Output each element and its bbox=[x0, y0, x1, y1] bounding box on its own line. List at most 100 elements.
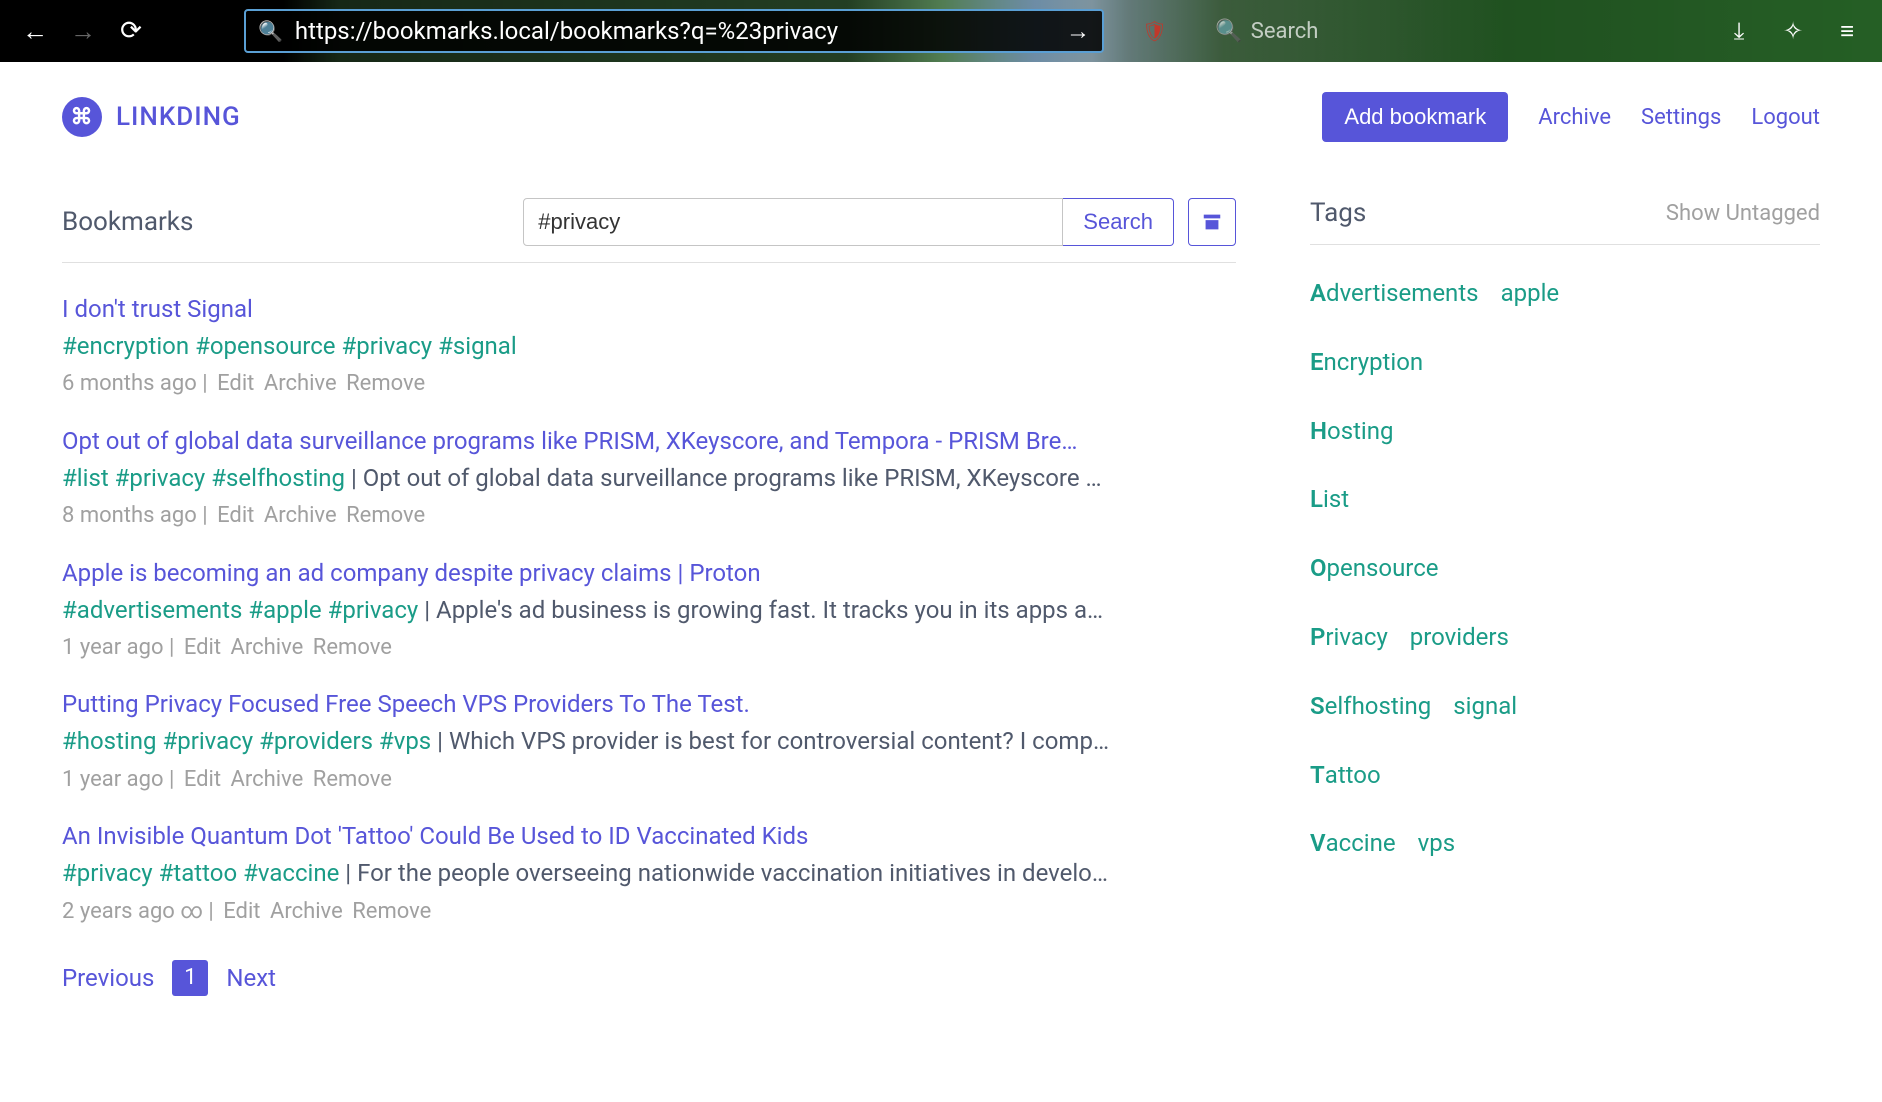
app-header: ⌘ LINKDING Add bookmark Archive Settings… bbox=[62, 92, 1820, 142]
bookmark-item: I don't trust Signal #encryption #opensou… bbox=[62, 291, 1236, 403]
tag-cloud-item[interactable]: Vaccine bbox=[1310, 823, 1396, 864]
bookmark-list: I don't trust Signal #encryption #opensou… bbox=[62, 291, 1236, 930]
tag-cloud-item[interactable]: Privacy bbox=[1310, 617, 1388, 658]
bookmark-edit-action[interactable]: Edit bbox=[223, 899, 260, 924]
bookmark-date: 8 months ago bbox=[62, 503, 197, 528]
bookmarks-section-header: Bookmarks Search bbox=[62, 198, 1236, 263]
bookmark-description: Which VPS provider is best for controver… bbox=[449, 727, 1109, 755]
bookmark-remove-action[interactable]: Remove bbox=[313, 635, 392, 660]
bookmark-tags-line: #list #privacy #selfhosting | Opt out of… bbox=[62, 459, 1236, 497]
bookmark-tag[interactable]: #providers bbox=[259, 727, 373, 755]
ublock-icon[interactable]: 🛡 bbox=[1142, 19, 1167, 43]
bookmark-meta: 8 months ago | Edit Archive Remove bbox=[62, 497, 1236, 534]
bookmark-description: For the people overseeing nationwide vac… bbox=[357, 859, 1108, 887]
logo[interactable]: ⌘ LINKDING bbox=[62, 97, 241, 137]
bookmark-remove-action[interactable]: Remove bbox=[346, 371, 425, 396]
tag-cloud-item[interactable]: Selfhosting bbox=[1310, 686, 1431, 727]
add-bookmark-button[interactable]: Add bookmark bbox=[1322, 92, 1508, 142]
go-arrow-icon[interactable]: → bbox=[1066, 17, 1090, 46]
bookmark-remove-action[interactable]: Remove bbox=[352, 899, 431, 924]
logo-icon: ⌘ bbox=[62, 97, 102, 137]
archive-icon bbox=[1201, 211, 1223, 233]
nav-settings[interactable]: Settings bbox=[1641, 105, 1721, 130]
bookmark-title[interactable]: Opt out of global data surveillance prog… bbox=[62, 423, 1236, 459]
tag-cloud-item[interactable]: Encryption bbox=[1310, 342, 1423, 383]
browser-search[interactable]: 🔍 Search bbox=[1215, 19, 1318, 44]
bookmark-remove-action[interactable]: Remove bbox=[346, 503, 425, 528]
bookmark-archive-action[interactable]: Archive bbox=[264, 371, 337, 396]
tag-cloud-item[interactable]: vps bbox=[1418, 823, 1456, 864]
tags-section-header: Tags Show Untagged bbox=[1310, 198, 1820, 245]
url-bar[interactable]: 🔍 https://bookmarks.local/bookmarks?q=%2… bbox=[244, 9, 1104, 53]
bookmark-tags-line: #hosting #privacy #providers #vps | Whic… bbox=[62, 722, 1236, 760]
tag-cloud-item[interactable]: List bbox=[1310, 479, 1349, 520]
search-button[interactable]: Search bbox=[1063, 198, 1174, 246]
bookmark-tag[interactable]: #privacy bbox=[328, 596, 419, 624]
downloads-icon[interactable]: ⤓ bbox=[1724, 17, 1754, 46]
bookmarks-title: Bookmarks bbox=[62, 207, 193, 237]
tag-cloud-item[interactable]: apple bbox=[1501, 273, 1560, 314]
forward-button[interactable]: → bbox=[68, 16, 98, 47]
reload-button[interactable]: ⟳ bbox=[116, 16, 146, 46]
browser-toolbar: ← → ⟳ 🔍 https://bookmarks.local/bookmark… bbox=[0, 0, 1882, 62]
bookmark-edit-action[interactable]: Edit bbox=[184, 767, 221, 792]
bookmarks-search-input[interactable] bbox=[523, 198, 1063, 246]
bookmark-tag[interactable]: #privacy bbox=[62, 859, 153, 887]
bookmark-title[interactable]: I don't trust Signal bbox=[62, 291, 1236, 327]
bookmark-archive-action[interactable]: Archive bbox=[270, 899, 343, 924]
url-text: https://bookmarks.local/bookmarks?q=%23p… bbox=[295, 17, 1054, 45]
bookmark-title[interactable]: An Invisible Quantum Dot 'Tattoo' Could … bbox=[62, 818, 1236, 854]
bookmark-edit-action[interactable]: Edit bbox=[217, 503, 254, 528]
tag-cloud-item[interactable]: Advertisements bbox=[1310, 273, 1479, 314]
menu-icon[interactable]: ≡ bbox=[1832, 17, 1862, 46]
bookmark-description: Apple's ad business is growing fast. It … bbox=[436, 596, 1103, 624]
archive-toggle-button[interactable] bbox=[1188, 198, 1236, 246]
bookmark-item: An Invisible Quantum Dot 'Tattoo' Could … bbox=[62, 818, 1236, 930]
tag-cloud-item[interactable]: Tattoo bbox=[1310, 755, 1381, 796]
bookmark-title[interactable]: Putting Privacy Focused Free Speech VPS … bbox=[62, 686, 1236, 722]
bookmark-archive-action[interactable]: Archive bbox=[231, 767, 304, 792]
bookmark-date: 1 year ago bbox=[62, 635, 164, 660]
nav-archive[interactable]: Archive bbox=[1538, 105, 1611, 130]
bookmark-tag[interactable]: #privacy bbox=[162, 727, 253, 755]
bookmark-date: 6 months ago bbox=[62, 371, 197, 396]
bookmark-tag[interactable]: #list bbox=[62, 464, 109, 492]
tag-cloud: Advertisements apple Encryption Hosting List… bbox=[1310, 273, 1820, 864]
extensions-icon[interactable]: ✧ bbox=[1778, 17, 1808, 46]
search-icon: 🔍 bbox=[1215, 19, 1242, 44]
search-icon: 🔍 bbox=[258, 19, 283, 43]
bookmark-tag[interactable]: #privacy bbox=[341, 332, 432, 360]
bookmark-tag[interactable]: #apple bbox=[248, 596, 321, 624]
bookmark-tag[interactable]: #opensource bbox=[195, 332, 335, 360]
bookmark-tags-line: #advertisements #apple #privacy | Apple'… bbox=[62, 591, 1236, 629]
bookmark-item: Putting Privacy Focused Free Speech VPS … bbox=[62, 686, 1236, 798]
back-button[interactable]: ← bbox=[20, 16, 50, 47]
bookmark-tag[interactable]: #vaccine bbox=[243, 859, 339, 887]
pagination-previous[interactable]: Previous bbox=[62, 964, 154, 992]
bookmark-tag[interactable]: #tattoo bbox=[159, 859, 238, 887]
bookmark-tag[interactable]: #privacy bbox=[115, 464, 206, 492]
bookmark-tag[interactable]: #hosting bbox=[62, 727, 157, 755]
bookmark-archive-action[interactable]: Archive bbox=[264, 503, 337, 528]
bookmark-item: Apple is becoming an ad company despite … bbox=[62, 555, 1236, 667]
pagination-current[interactable]: 1 bbox=[172, 960, 208, 996]
tag-cloud-item[interactable]: Opensource bbox=[1310, 548, 1439, 589]
bookmark-edit-action[interactable]: Edit bbox=[217, 371, 254, 396]
show-untagged-link[interactable]: Show Untagged bbox=[1666, 201, 1820, 226]
tag-cloud-item[interactable]: Hosting bbox=[1310, 411, 1394, 452]
bookmark-archive-action[interactable]: Archive bbox=[231, 635, 304, 660]
bookmark-tag[interactable]: #selfhosting bbox=[211, 464, 345, 492]
bookmark-tag[interactable]: #signal bbox=[438, 332, 517, 360]
bookmark-edit-action[interactable]: Edit bbox=[184, 635, 221, 660]
tag-cloud-item[interactable]: providers bbox=[1410, 617, 1509, 658]
bookmark-remove-action[interactable]: Remove bbox=[313, 767, 392, 792]
tag-cloud-item[interactable]: signal bbox=[1453, 686, 1517, 727]
bookmark-tag[interactable]: #encryption bbox=[62, 332, 189, 360]
nav-logout[interactable]: Logout bbox=[1751, 105, 1820, 130]
bookmark-date: 1 year ago bbox=[62, 767, 164, 792]
tags-title: Tags bbox=[1310, 198, 1366, 228]
bookmark-title[interactable]: Apple is becoming an ad company despite … bbox=[62, 555, 1236, 591]
bookmark-tag[interactable]: #vps bbox=[379, 727, 431, 755]
bookmark-tag[interactable]: #advertisements bbox=[62, 596, 242, 624]
pagination-next[interactable]: Next bbox=[226, 964, 276, 992]
